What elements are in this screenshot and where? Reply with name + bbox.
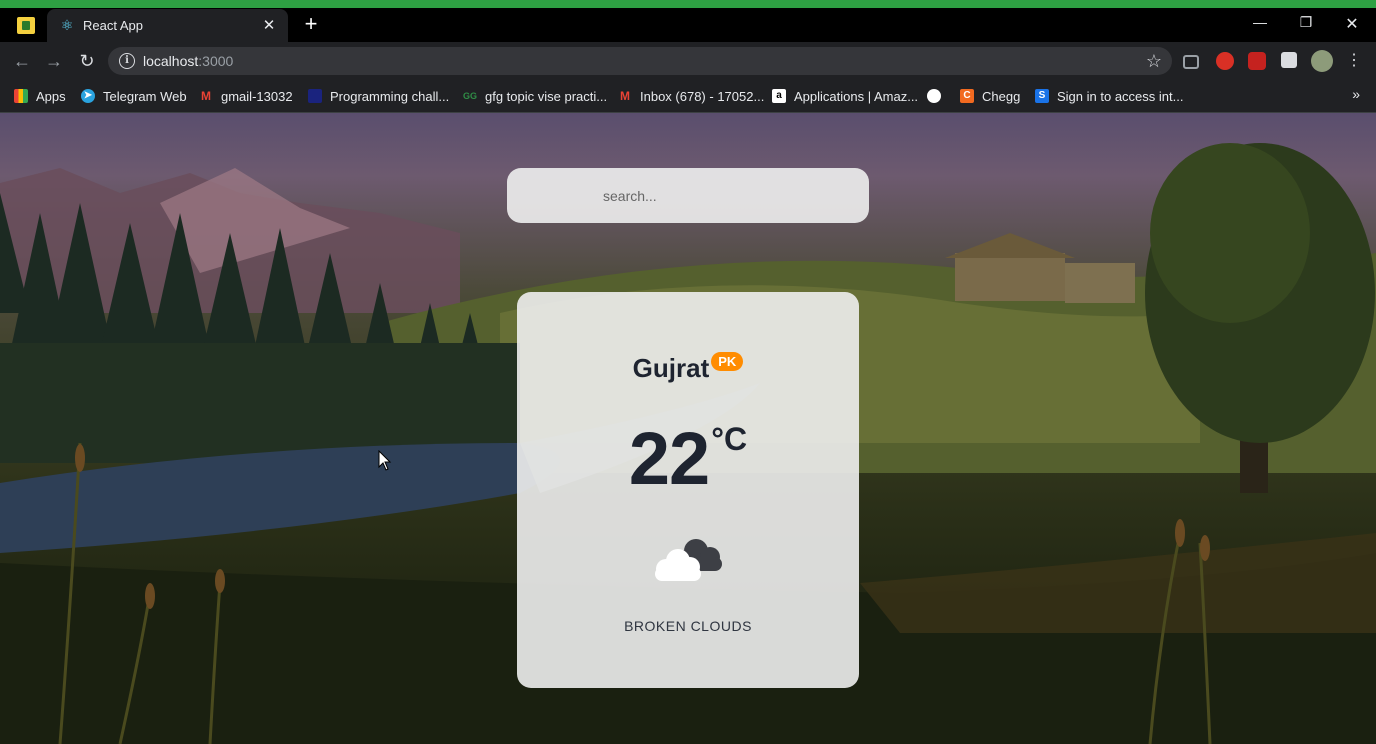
reload-icon[interactable]: ↻ — [76, 50, 98, 72]
apps-grid-icon — [14, 89, 28, 103]
gmail-icon: M — [620, 89, 630, 103]
bookmark-programming[interactable]: Programming chall... — [308, 86, 449, 106]
extensions-puzzle-icon[interactable] — [1281, 52, 1297, 68]
telegram-icon: ➤ — [81, 89, 95, 103]
tab-strip: ⚛ React App ✕ + — ❐ ✕ — [0, 8, 1376, 42]
bookmark-gfg[interactable]: GG gfg topic vise practi... — [463, 86, 607, 106]
bookmark-globe[interactable] — [927, 86, 941, 106]
red-extension-icon[interactable] — [1248, 52, 1266, 70]
bookmark-label: Inbox (678) - 17052... — [640, 88, 765, 104]
chegg-icon: C — [960, 89, 974, 103]
bookmark-site-icon — [308, 89, 322, 103]
tab-title: React App — [83, 18, 143, 33]
tab-close-icon[interactable]: ✕ — [260, 16, 278, 34]
weather-description: BROKEN CLOUDS — [624, 618, 752, 634]
amazon-icon: a — [772, 89, 786, 103]
menu-kebab-icon[interactable]: ⋮ — [1343, 50, 1365, 72]
new-tab-button[interactable]: + — [300, 13, 322, 35]
bookmarks-overflow-button[interactable]: » — [1352, 86, 1360, 102]
bookmarks-bar: Apps ➤ Telegram Web M gmail-13032 Progra… — [0, 80, 1376, 113]
broken-clouds-icon — [655, 539, 722, 581]
bookmark-telegram[interactable]: ➤ Telegram Web — [81, 86, 187, 106]
window-app-icon — [17, 17, 35, 34]
bookmark-signin[interactable]: S Sign in to access int... — [1035, 86, 1183, 106]
camera-extension-icon[interactable] — [1183, 55, 1199, 69]
url-port: :3000 — [198, 53, 234, 69]
gmail-icon: M — [201, 89, 211, 103]
bookmark-label: gmail-13032 — [221, 88, 293, 104]
page-viewport: GujratPK 22°C BROKEN CLOUDS — [0, 113, 1376, 744]
window-close-button[interactable]: ✕ — [1337, 14, 1367, 34]
s-icon: S — [1035, 89, 1049, 103]
mouse-cursor-icon — [378, 450, 392, 471]
bookmark-inbox[interactable]: M Inbox (678) - 17052... — [618, 86, 764, 106]
weather-card: Gujrat PK 22°C BROKEN CLOUDS — [517, 292, 859, 688]
restore-button[interactable]: ❐ — [1291, 14, 1321, 31]
back-icon[interactable]: ← — [11, 50, 33, 72]
react-icon: ⚛ — [60, 17, 74, 33]
bookmark-star-icon[interactable]: ☆ — [1146, 51, 1162, 72]
temperature-value: 22 — [628, 417, 710, 500]
bookmark-label: Applications | Amaz... — [794, 88, 919, 104]
profile-avatar[interactable] — [1311, 50, 1333, 72]
browser-toolbar: ← → ↻ i localhost:3000 ☆ ⋮ — [0, 42, 1376, 80]
info-icon[interactable]: i — [119, 53, 135, 69]
country-badge: PK — [711, 352, 744, 371]
tab-react-app[interactable]: ⚛ React App ✕ — [47, 9, 288, 42]
bookmark-gmail[interactable]: M gmail-13032 — [199, 86, 293, 106]
bookmark-label: Programming chall... — [330, 88, 450, 104]
bookmark-label: Chegg — [982, 88, 1021, 104]
minimize-button[interactable]: — — [1245, 14, 1275, 30]
bookmark-label: Sign in to access int... — [1057, 88, 1184, 104]
temperature-unit: °C — [711, 421, 748, 457]
address-bar[interactable]: i localhost:3000 ☆ — [108, 47, 1172, 75]
location: Gujrat PK — [517, 352, 859, 384]
bookmark-apps[interactable]: Apps — [14, 86, 66, 106]
globe-icon — [927, 89, 941, 103]
temperature: 22°C — [517, 416, 859, 501]
bookmark-amazon[interactable]: a Applications | Amaz... — [772, 86, 918, 106]
url-host: localhost — [143, 53, 199, 69]
bookmark-chegg[interactable]: C Chegg — [960, 86, 1020, 106]
forward-icon[interactable]: → — [43, 50, 65, 72]
browser-top-stripe — [0, 0, 1376, 8]
bookmark-label: gfg topic vise practi... — [485, 88, 608, 104]
url-text[interactable]: localhost:3000 — [143, 53, 233, 69]
bookmark-label: Apps — [36, 88, 66, 104]
search-input[interactable] — [507, 168, 869, 223]
adblock-extension-icon[interactable] — [1216, 52, 1234, 70]
city-name: Gujrat — [632, 353, 710, 383]
gfg-icon: GG — [463, 91, 478, 101]
bookmark-label: Telegram Web — [103, 88, 187, 104]
